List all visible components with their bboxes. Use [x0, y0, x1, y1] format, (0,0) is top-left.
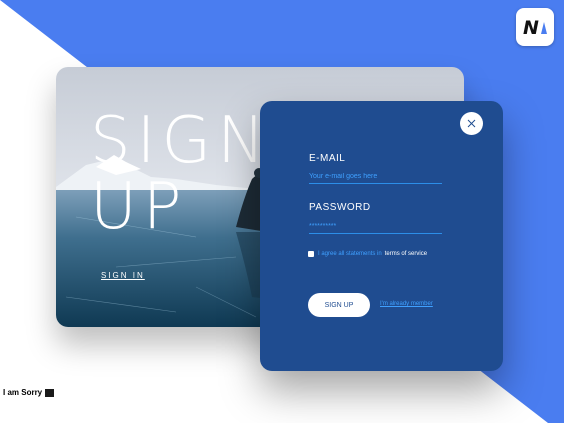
signup-form-panel: E-MAIL PASSWORD I agree all statements i… [260, 101, 503, 371]
dribbble-shot: N SIGN UP SIGN IN E-MAIL Your e-mail goe… [0, 0, 564, 423]
terms-checkbox[interactable] [308, 251, 314, 257]
keyboard-icon [45, 388, 55, 397]
terms-text: I agree all statements in [318, 251, 382, 257]
password-field[interactable] [309, 219, 442, 234]
password-label: PASSWORD [309, 202, 371, 213]
brand-logo[interactable]: N [516, 8, 554, 46]
sign-in-link[interactable]: SIGN IN [101, 271, 145, 280]
close-icon [467, 119, 476, 128]
caption: I am Sorry [3, 388, 55, 397]
brand-logo-icon: N [523, 17, 547, 38]
hero-title: SIGN UP [90, 104, 271, 244]
terms-row: I agree all statements in terms of servi… [308, 251, 427, 257]
email-label: E-MAIL [309, 153, 346, 164]
already-member-link[interactable]: I'm already member [380, 301, 433, 307]
terms-of-service-link[interactable]: terms of service [385, 251, 427, 257]
close-button[interactable] [460, 112, 483, 135]
email-field[interactable] [309, 169, 442, 184]
caption-text: I am Sorry [3, 388, 43, 397]
svg-text:N: N [523, 17, 539, 38]
sign-up-button[interactable]: SIGN UP [308, 293, 370, 317]
